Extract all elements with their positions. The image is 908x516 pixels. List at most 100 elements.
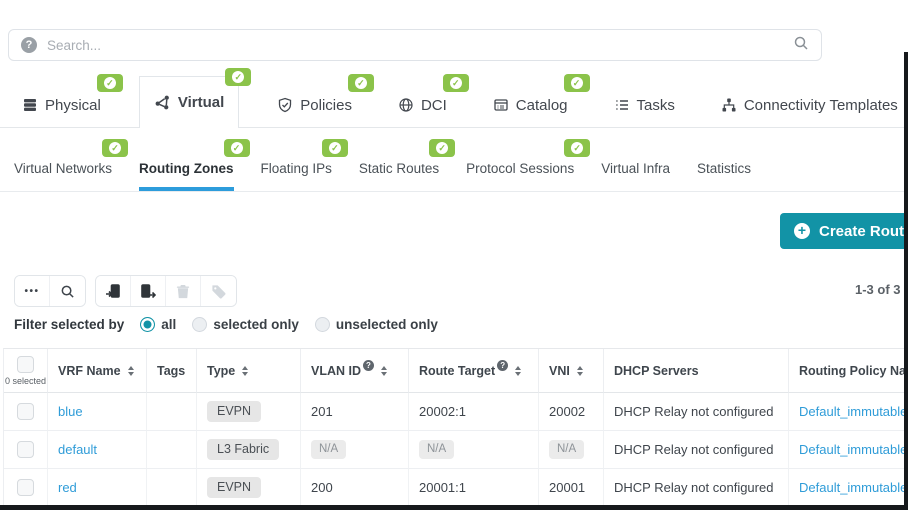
check-badge-icon: ✓ <box>97 74 123 92</box>
table-search-button[interactable] <box>50 276 85 306</box>
column-header-dhcp-servers: DHCP Servers <box>604 349 789 393</box>
radio-icon[interactable] <box>192 317 207 332</box>
tags-cell <box>147 469 197 507</box>
tab-virtual[interactable]: ✓ Virtual <box>139 76 239 128</box>
sort-icon[interactable] <box>515 366 521 376</box>
vrf-name-link[interactable]: blue <box>58 404 83 419</box>
check-badge-icon: ✓ <box>224 139 250 157</box>
tab-dci[interactable]: ✓ DCI <box>390 83 455 127</box>
radio-label: selected only <box>213 317 299 332</box>
tab-label: Connectivity Templates <box>744 97 898 114</box>
shield-icon <box>277 97 293 113</box>
vrf-name-cell: blue <box>48 393 147 431</box>
subtab-routing-zones[interactable]: ✓ Routing Zones <box>139 161 234 191</box>
dhcp-servers-cell: DHCP Relay not configured <box>604 431 789 469</box>
tab-catalog[interactable]: ✓ Catalog <box>485 83 576 127</box>
create-routing-zone-button[interactable]: + Create Routing Zone <box>780 213 908 249</box>
check-badge-icon: ✓ <box>443 74 469 92</box>
global-search-bar: ? <box>8 29 822 61</box>
search-icon[interactable] <box>793 35 809 56</box>
table-toolbar: ••• <box>14 275 237 307</box>
window-edge-bottom <box>0 505 908 510</box>
vni-na-badge: N/A <box>549 440 584 460</box>
column-header-vni[interactable]: VNI <box>539 349 604 393</box>
header-label: DHCP Servers <box>614 364 699 378</box>
subtab-statistics[interactable]: Statistics <box>697 161 751 191</box>
row-select-cell <box>4 431 48 469</box>
header-label: Routing Policy Name <box>799 364 908 378</box>
column-header-type[interactable]: Type <box>197 349 301 393</box>
vrf-name-cell: red <box>48 469 147 507</box>
subtab-protocol-sessions[interactable]: ✓ Protocol Sessions <box>466 161 574 191</box>
export-button[interactable] <box>131 276 166 306</box>
column-header-route-target[interactable]: Route Target ? <box>409 349 539 393</box>
dhcp-value: DHCP Relay not configured <box>614 480 773 495</box>
more-options-icon: ••• <box>24 286 39 297</box>
server-icon <box>22 97 38 113</box>
routing-policy-link[interactable]: Default_immutable <box>799 404 907 419</box>
tags-cell <box>147 431 197 469</box>
help-icon: ? <box>363 360 374 371</box>
vni-value: 20002 <box>549 404 585 419</box>
delete-button[interactable] <box>166 276 201 306</box>
select-all-header: 0 selected <box>4 349 48 393</box>
radio-icon[interactable] <box>315 317 330 332</box>
sort-icon[interactable] <box>128 366 134 376</box>
vrf-name-cell: default <box>48 431 147 469</box>
tag-button[interactable] <box>201 276 236 306</box>
vrf-name-link[interactable]: default <box>58 442 97 457</box>
filter-option-unselected-only[interactable]: unselected only <box>315 317 438 332</box>
vrf-name-link[interactable]: red <box>58 480 77 495</box>
search-input[interactable] <box>47 38 793 53</box>
column-header-vlan-id[interactable]: VLAN ID ? <box>301 349 409 393</box>
check-badge-icon: ✓ <box>564 139 590 157</box>
globe-icon <box>398 97 414 113</box>
tab-physical[interactable]: ✓ Physical <box>14 83 109 127</box>
check-badge-icon: ✓ <box>102 139 128 157</box>
row-checkbox[interactable] <box>17 441 34 458</box>
routing-policy-link[interactable]: Default_immutable <box>799 442 907 457</box>
tab-label: Physical <box>45 97 101 114</box>
subtab-virtual-networks[interactable]: ✓ Virtual Networks <box>14 161 112 191</box>
sort-icon[interactable] <box>381 366 387 376</box>
more-options-button[interactable]: ••• <box>15 276 50 306</box>
select-all-checkbox[interactable] <box>17 356 34 373</box>
check-badge-icon: ✓ <box>322 139 348 157</box>
vlan-id-value: 200 <box>311 480 333 495</box>
filter-row: Filter selected by all selected only uns… <box>14 317 438 332</box>
radio-icon[interactable] <box>140 317 155 332</box>
import-icon <box>105 283 121 299</box>
header-label: VRF Name <box>58 364 121 378</box>
column-header-vrf-name[interactable]: VRF Name <box>48 349 147 393</box>
sort-icon[interactable] <box>242 366 248 376</box>
import-button[interactable] <box>96 276 131 306</box>
search-icon <box>60 284 75 299</box>
vni-value: 20001 <box>549 480 585 495</box>
create-button-label: Create Routing Zone <box>819 223 908 240</box>
subtab-static-routes[interactable]: ✓ Static Routes <box>359 161 439 191</box>
filter-option-all[interactable]: all <box>140 317 176 332</box>
help-icon: ? <box>21 37 37 53</box>
routing-policy-link[interactable]: Default_immutable <box>799 480 907 495</box>
sort-icon[interactable] <box>577 366 583 376</box>
row-checkbox[interactable] <box>17 479 34 496</box>
subtab-virtual-infra[interactable]: Virtual Infra <box>601 161 670 191</box>
dhcp-value: DHCP Relay not configured <box>614 442 773 457</box>
tab-policies[interactable]: ✓ Policies <box>269 83 360 127</box>
tab-connectivity-templates[interactable]: Connectivity Templates <box>713 83 906 127</box>
type-cell: EVPN <box>197 469 301 507</box>
window-edge-right <box>904 52 908 510</box>
subtab-floating-ips[interactable]: ✓ Floating IPs <box>261 161 332 191</box>
column-header-routing-policy-name: Routing Policy Name <box>789 349 908 393</box>
check-badge-icon: ✓ <box>429 139 455 157</box>
filter-option-selected-only[interactable]: selected only <box>192 317 299 332</box>
route-target-cell: 20001:1 <box>409 469 539 507</box>
delete-icon <box>176 284 190 299</box>
row-checkbox[interactable] <box>17 403 34 420</box>
network-icon <box>154 94 171 111</box>
vni-cell: N/A <box>539 431 604 469</box>
radio-label: all <box>161 317 176 332</box>
route-target-cell: 20002:1 <box>409 393 539 431</box>
tab-tasks[interactable]: Tasks <box>606 83 683 127</box>
vlan-id-cell: 201 <box>301 393 409 431</box>
